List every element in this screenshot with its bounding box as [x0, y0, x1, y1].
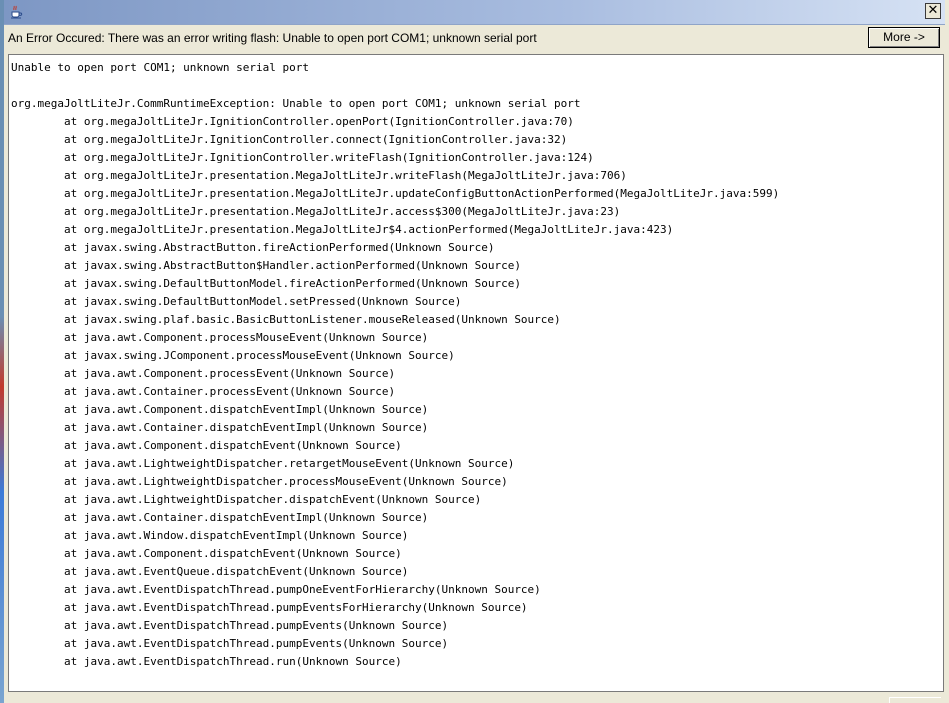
- trace-line: at java.awt.LightweightDispatcher.proces…: [11, 475, 508, 488]
- trace-line: at java.awt.EventDispatchThread.pumpEven…: [11, 619, 449, 632]
- trace-line: at org.megaJoltLiteJr.IgnitionController…: [11, 133, 568, 146]
- title-bar[interactable]: ✕: [4, 0, 945, 25]
- trace-line: at org.megaJoltLiteJr.presentation.MegaJ…: [11, 169, 627, 182]
- trace-line: at javax.swing.AbstractButton.fireAction…: [11, 241, 495, 254]
- trace-line: at org.megaJoltLiteJr.IgnitionController…: [11, 151, 594, 164]
- trace-line: at org.megaJoltLiteJr.presentation.MegaJ…: [11, 187, 780, 200]
- trace-line: at java.awt.EventQueue.dispatchEvent(Unk…: [11, 565, 409, 578]
- error-summary-bar: An Error Occured: There was an error wri…: [4, 25, 945, 53]
- trace-line: at javax.swing.AbstractButton$Handler.ac…: [11, 259, 521, 272]
- trace-line: at org.megaJoltLiteJr.presentation.MegaJ…: [11, 223, 674, 236]
- close-icon: ✕: [927, 3, 939, 18]
- error-message: An Error Occured: There was an error wri…: [8, 31, 537, 45]
- trace-line: at org.megaJoltLiteJr.IgnitionController…: [11, 115, 574, 128]
- trace-line: at javax.swing.DefaultButtonModel.fireAc…: [11, 277, 521, 290]
- trace-line: at java.awt.Component.dispatchEvent(Unkn…: [11, 547, 402, 560]
- error-dialog: ✕ An Error Occured: There was an error w…: [4, 0, 949, 703]
- trace-line: at java.awt.Component.processMouseEvent(…: [11, 331, 429, 344]
- trace-line: at javax.swing.JComponent.processMouseEv…: [11, 349, 455, 362]
- trace-line: org.megaJoltLiteJr.CommRuntimeException:…: [11, 97, 581, 110]
- close-button[interactable]: ✕: [925, 3, 941, 19]
- trace-line: at org.megaJoltLiteJr.presentation.MegaJ…: [11, 205, 621, 218]
- trace-line: at java.awt.Window.dispatchEventImpl(Unk…: [11, 529, 409, 542]
- trace-line: at java.awt.Component.processEvent(Unkno…: [11, 367, 396, 380]
- trace-line: at java.awt.Container.dispatchEventImpl(…: [11, 511, 429, 524]
- trace-line: at java.awt.EventDispatchThread.run(Unkn…: [11, 655, 402, 668]
- trace-line: at java.awt.EventDispatchThread.pumpOneE…: [11, 583, 541, 596]
- stack-trace-text: Unable to open port COM1; unknown serial…: [9, 55, 943, 671]
- trace-line: at javax.swing.DefaultButtonModel.setPre…: [11, 295, 462, 308]
- trace-line: at java.awt.Container.dispatchEventImpl(…: [11, 421, 429, 434]
- trace-line: at javax.swing.plaf.basic.BasicButtonLis…: [11, 313, 561, 326]
- more-button[interactable]: More ->: [868, 27, 940, 48]
- trace-line: at java.awt.Component.dispatchEvent(Unkn…: [11, 439, 402, 452]
- java-cup-icon: [8, 3, 24, 19]
- trace-line: at java.awt.EventDispatchThread.pumpEven…: [11, 601, 528, 614]
- bottom-strip: [4, 692, 945, 703]
- stack-trace-panel[interactable]: Unable to open port COM1; unknown serial…: [8, 54, 944, 692]
- trace-line: at java.awt.Component.dispatchEventImpl(…: [11, 403, 429, 416]
- trace-line: at java.awt.EventDispatchThread.pumpEven…: [11, 637, 449, 650]
- trace-line: at java.awt.Container.processEvent(Unkno…: [11, 385, 396, 398]
- partial-button-edge: [889, 697, 941, 703]
- trace-line: at java.awt.LightweightDispatcher.retarg…: [11, 457, 515, 470]
- trace-line: at java.awt.LightweightDispatcher.dispat…: [11, 493, 482, 506]
- trace-line: Unable to open port COM1; unknown serial…: [11, 61, 310, 74]
